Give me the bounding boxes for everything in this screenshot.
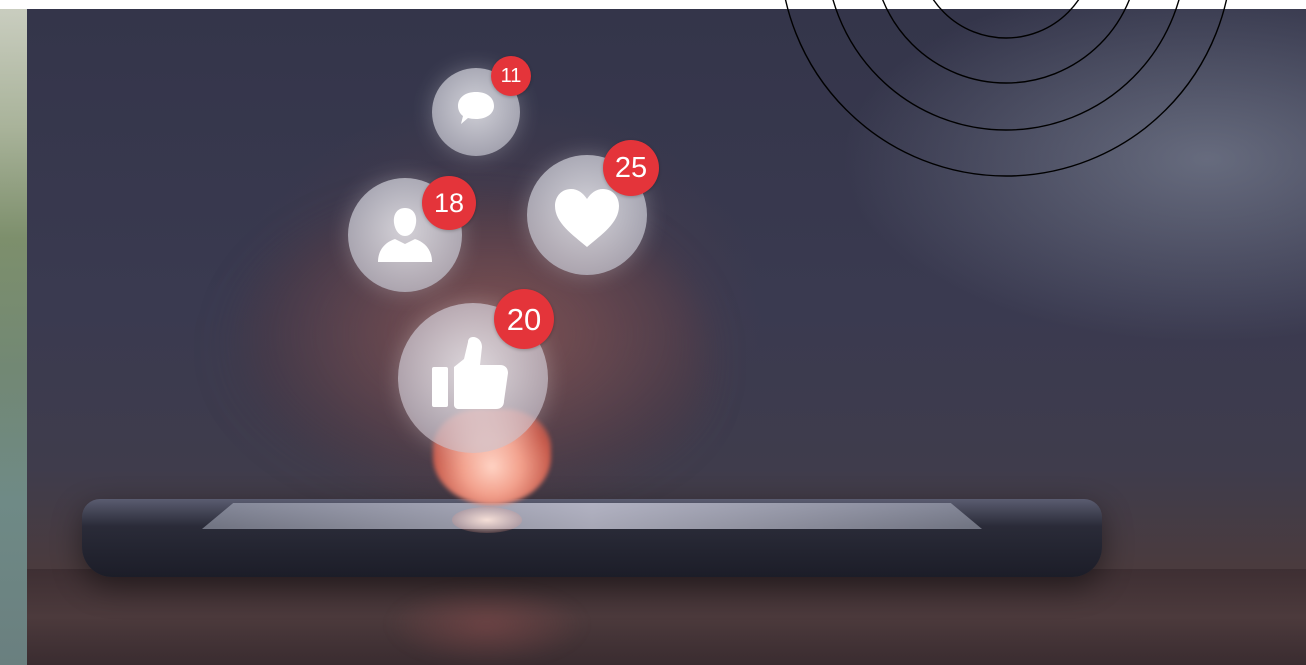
heart-count: 25 <box>614 151 648 184</box>
table-reflection <box>387 584 587 665</box>
left-edge-strip <box>0 9 27 665</box>
like-count: 20 <box>506 301 542 337</box>
touch-glow <box>452 507 522 533</box>
comment-count-badge: 11 <box>491 56 531 96</box>
heart-count-badge: 25 <box>603 140 659 196</box>
follower-count-badge: 18 <box>422 176 476 230</box>
top-border <box>0 0 1306 9</box>
hero-image: 11 18 25 20 <box>0 0 1306 665</box>
follower-count: 18 <box>433 187 465 218</box>
comment-count: 11 <box>500 65 522 87</box>
phone-screen <box>202 503 982 529</box>
like-count-badge: 20 <box>494 289 554 349</box>
table-surface <box>27 569 1306 665</box>
photo-background <box>27 9 1306 665</box>
